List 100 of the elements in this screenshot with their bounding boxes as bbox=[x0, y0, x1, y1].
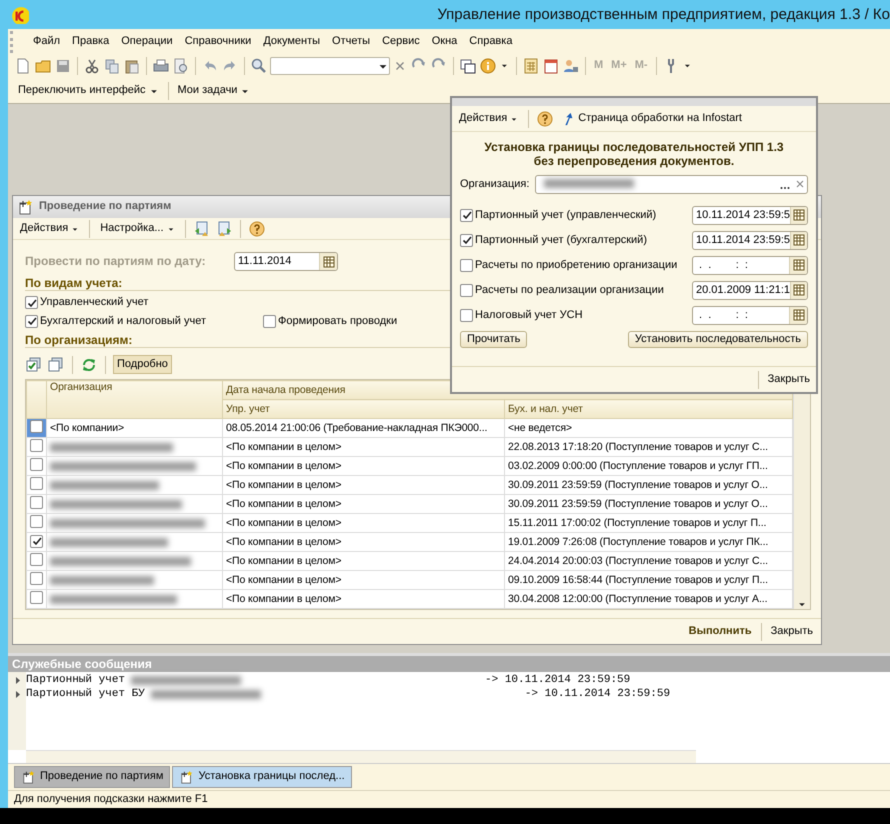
table-cell: <По компании в целом> bbox=[222, 570, 504, 590]
date-time-field[interactable]: 10.11.2014 23:59:5 bbox=[692, 230, 808, 250]
calendar-button[interactable] bbox=[319, 253, 337, 270]
calendar-button[interactable] bbox=[789, 306, 807, 324]
checkbox[interactable] bbox=[30, 572, 43, 586]
checkbox[interactable] bbox=[30, 477, 43, 490]
row-selection-cell[interactable] bbox=[26, 438, 46, 457]
menu-item[interactable]: Документы bbox=[257, 35, 326, 49]
table-cell: 22.08.2013 17:18:20 (Поступление товаров и услуг С... bbox=[504, 438, 792, 457]
dialog-button[interactable]: Прочитать bbox=[460, 330, 528, 348]
uncheck-all-icon[interactable] bbox=[47, 356, 65, 374]
menu-item[interactable]: Сервис bbox=[376, 35, 426, 49]
checkbox[interactable] bbox=[460, 258, 473, 272]
checkbox[interactable] bbox=[30, 553, 43, 566]
window-tab[interactable]: Проведение по партиям bbox=[14, 766, 170, 788]
search-icon[interactable] bbox=[250, 57, 268, 75]
checkbox[interactable] bbox=[30, 458, 43, 472]
message-result: -> 10.11.2014 23:59:59 bbox=[485, 674, 630, 688]
checkbox[interactable] bbox=[30, 420, 43, 434]
copy-icon[interactable] bbox=[103, 57, 121, 75]
checkbox[interactable] bbox=[460, 284, 473, 297]
checkbox[interactable] bbox=[30, 534, 43, 548]
checkbox[interactable] bbox=[460, 208, 473, 222]
toolbar-menu-button[interactable]: Действия bbox=[456, 112, 522, 126]
checkbox[interactable] bbox=[25, 314, 38, 328]
menu-item[interactable]: Окна bbox=[426, 35, 464, 49]
footer-button[interactable]: Закрыть bbox=[770, 624, 813, 638]
checkbox[interactable] bbox=[263, 314, 276, 328]
checkbox[interactable] bbox=[460, 308, 473, 322]
print-preview-icon[interactable] bbox=[172, 57, 190, 75]
windows-icon[interactable] bbox=[459, 57, 477, 75]
checkbox-label: Бухгалтерский и налоговый учет bbox=[40, 314, 206, 328]
message-result: -> 10.11.2014 23:59:59 bbox=[524, 688, 670, 701]
date-time-field[interactable]: 20.01.2009 11:21:1 bbox=[692, 280, 808, 300]
row-selection-cell[interactable] bbox=[26, 590, 46, 609]
users-icon[interactable] bbox=[562, 57, 580, 75]
date-field[interactable]: 11.11.2014 bbox=[234, 252, 338, 271]
panel-title: Служебные сообщения bbox=[8, 656, 890, 672]
row-selection-cell[interactable] bbox=[26, 570, 46, 590]
dialog-button[interactable]: Установить последовательность bbox=[628, 330, 808, 348]
menu-item[interactable]: Файл bbox=[27, 35, 66, 49]
help-icon[interactable] bbox=[536, 110, 554, 128]
menu-item[interactable]: Справка bbox=[463, 35, 518, 49]
toolbar-menu-button[interactable]: Настройка... bbox=[97, 222, 178, 236]
message-text: Партионный учет bbox=[26, 674, 126, 688]
status-text: Для получения подсказки нажмите F1 bbox=[14, 793, 208, 805]
link-button[interactable]: Страница обработки на Infostart bbox=[558, 112, 745, 126]
footer-button[interactable]: Выполнить bbox=[688, 624, 752, 638]
help-icon[interactable] bbox=[248, 220, 266, 238]
table-cell: 24.04.2014 20:00:03 (Поступление товаров и услуг С... bbox=[504, 552, 792, 571]
info-icon[interactable] bbox=[479, 57, 497, 75]
row-selection-cell[interactable] bbox=[26, 552, 46, 571]
checkbox[interactable] bbox=[25, 296, 38, 310]
menu-item[interactable]: Отчеты bbox=[326, 35, 376, 49]
menu-item[interactable]: Правка bbox=[66, 35, 116, 49]
calendar-icon[interactable] bbox=[542, 57, 560, 75]
search-field[interactable] bbox=[270, 57, 390, 75]
row-selection-cell[interactable] bbox=[26, 494, 46, 514]
checkbox[interactable] bbox=[30, 496, 43, 510]
calendar-button[interactable] bbox=[790, 282, 807, 299]
table-cell: <По компании в целом> bbox=[222, 494, 504, 514]
organization-field[interactable] bbox=[535, 174, 808, 194]
row-selection-cell[interactable] bbox=[26, 514, 46, 533]
row-selection-cell[interactable] bbox=[26, 418, 46, 438]
dialog-heading: без перепроведения документов. bbox=[532, 154, 736, 169]
calendar-button[interactable] bbox=[789, 256, 807, 274]
panel-button[interactable]: Переключить интерфейс bbox=[14, 84, 163, 98]
checkbox[interactable] bbox=[30, 515, 43, 528]
save-icon[interactable] bbox=[54, 57, 72, 75]
checkbox-label: Расчеты по приобретению организации bbox=[475, 258, 678, 272]
horizontal-scrollbar[interactable] bbox=[26, 750, 696, 763]
table-cell: <По компании> bbox=[46, 418, 222, 438]
checkbox[interactable] bbox=[460, 234, 473, 247]
row-selection-cell[interactable] bbox=[26, 532, 46, 552]
checkbox-label: Налоговый учет УСН bbox=[475, 308, 583, 322]
panel-button[interactable]: Мои задачи bbox=[174, 84, 254, 98]
row-selection-cell[interactable] bbox=[26, 456, 46, 476]
window-tab[interactable]: Установка границы послед... bbox=[172, 766, 352, 788]
date-time-field[interactable]: 10.11.2014 23:59:5 bbox=[692, 206, 808, 225]
row-selection-cell[interactable] bbox=[26, 476, 46, 495]
table-cell: <По компании в целом> bbox=[222, 532, 504, 552]
date-time-field[interactable]: . . : : bbox=[692, 256, 808, 275]
table-cell: <По компании в целом> bbox=[222, 456, 504, 476]
details-button[interactable]: Подробно bbox=[113, 355, 172, 374]
menu-item[interactable]: Операции bbox=[115, 35, 179, 49]
check-all-icon[interactable] bbox=[25, 356, 43, 374]
date-time-field[interactable]: . . : : bbox=[692, 306, 808, 325]
calculator-icon[interactable] bbox=[522, 57, 540, 75]
table-cell: <По компании в целом> bbox=[222, 590, 504, 609]
calendar-button[interactable] bbox=[790, 206, 807, 224]
toolbar-menu-button[interactable]: Действия bbox=[17, 222, 82, 236]
menu-item[interactable]: Справочники bbox=[178, 35, 258, 49]
date-label: Провести по партиям по дату: bbox=[25, 254, 207, 269]
calendar-button[interactable] bbox=[790, 232, 807, 249]
table-cell: 08.05.2014 21:00:06 (Требование-накладная ПКЭ000... bbox=[222, 418, 504, 438]
cut-icon[interactable] bbox=[83, 57, 101, 75]
checkbox[interactable] bbox=[30, 591, 43, 604]
table-cell: 03.02.2009 0:00:00 (Поступление товаров и услуг ГП... bbox=[504, 456, 792, 476]
checkbox[interactable] bbox=[30, 439, 43, 452]
import-icon[interactable] bbox=[192, 220, 211, 238]
